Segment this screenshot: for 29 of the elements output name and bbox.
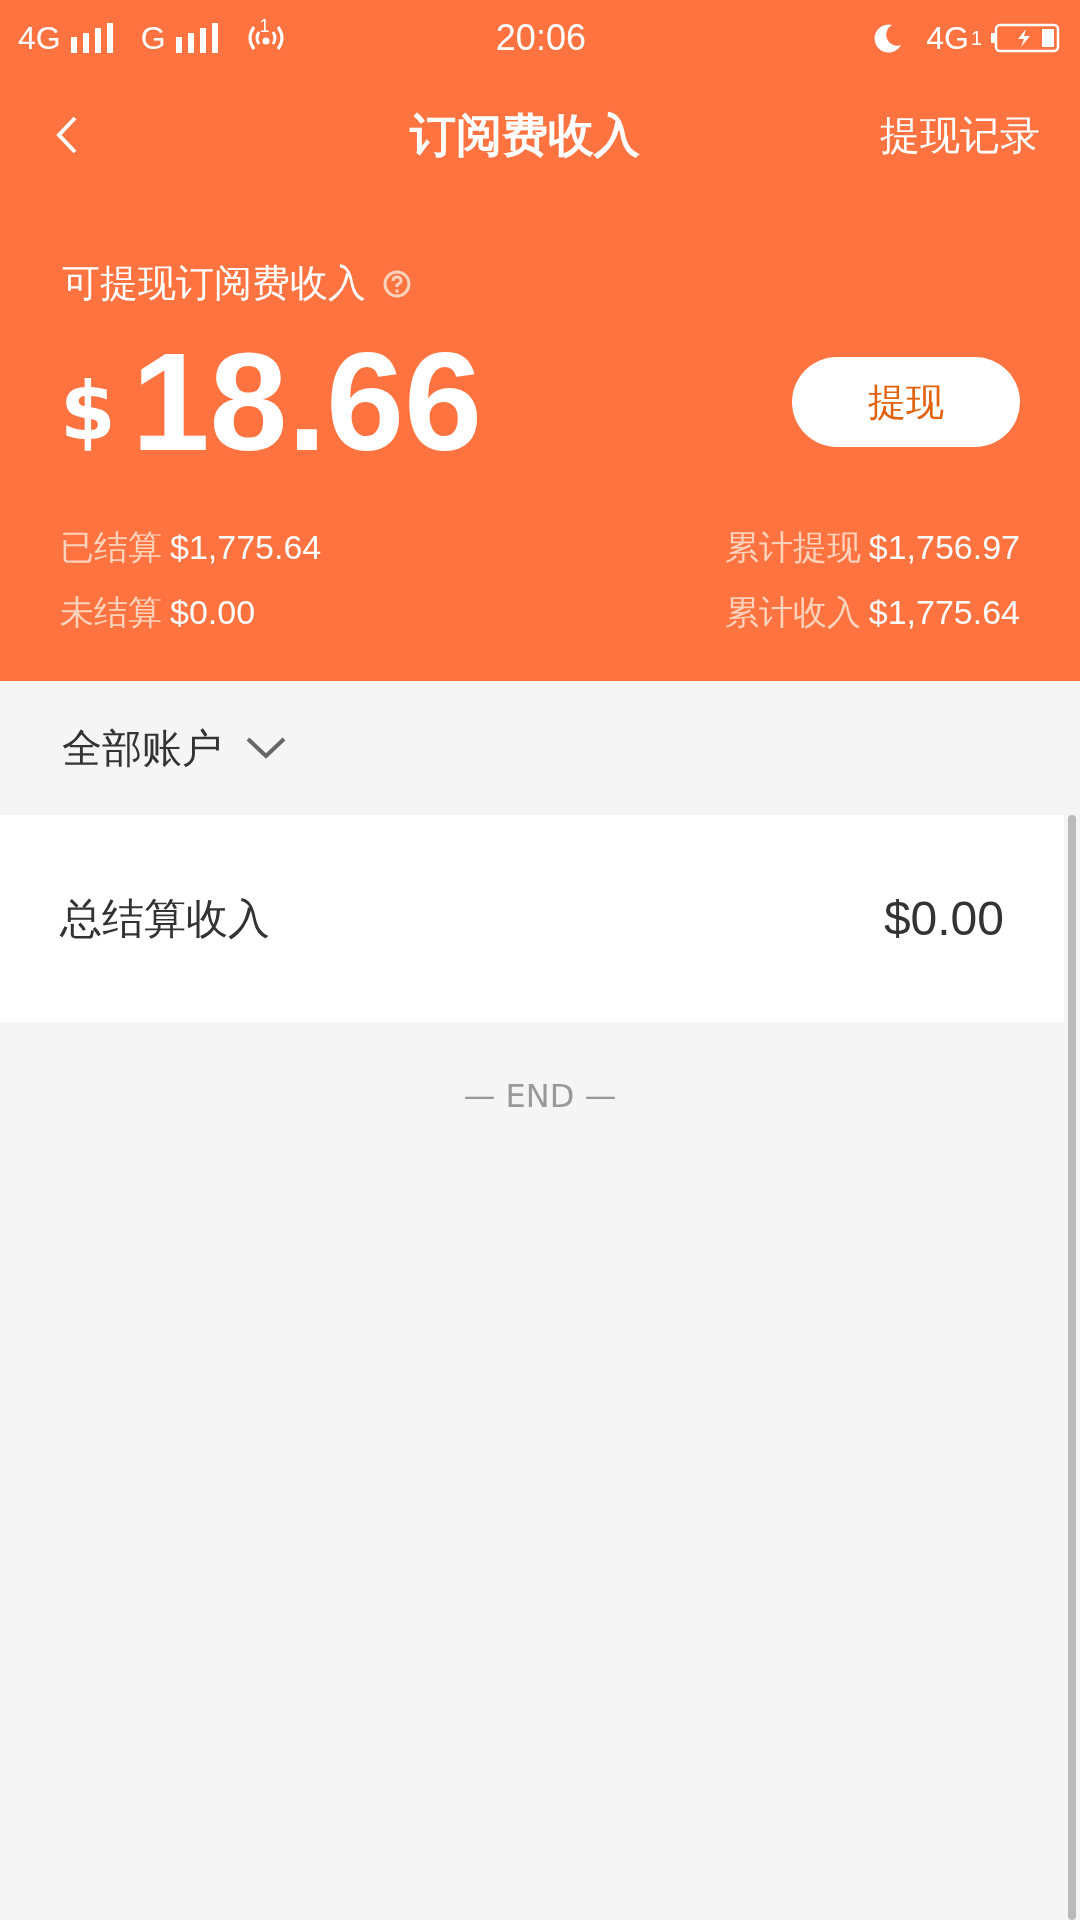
withdrawal-history-link[interactable]: 提现记录 [880,105,1040,165]
sim-number: 1 [259,15,270,38]
help-icon [382,268,412,299]
back-icon[interactable] [55,115,79,155]
network-label: G [140,18,166,58]
stat-label: 累计提现 [724,527,861,568]
battery-charging-icon [990,22,1062,53]
end-marker: — END — [463,1077,617,1115]
withdraw-button[interactable]: 提现 [792,357,1020,447]
balance-amount: 18.66 [131,332,482,472]
stat-label: 已结算 [60,527,162,568]
currency-symbol: $ [60,364,116,460]
summary-value: $0.00 [883,890,1004,947]
clock: 20:06 [495,15,586,60]
stat-value: $1,775.64 [868,592,1020,633]
network-label: 4G [18,18,61,58]
stat-value: $1,756.97 [868,527,1020,568]
chevron-down-icon[interactable] [246,737,286,759]
page-title: 订阅费收入 [409,106,640,164]
stat-value: $1,775.64 [170,527,322,568]
stat-label: 累计收入 [724,592,861,633]
balance-label: 可提现订阅费收入 [62,260,366,307]
summary-label: 总结算收入 [60,893,270,945]
moon-icon [872,22,903,53]
account-filter[interactable]: 全部账户 [62,718,222,778]
sim-number: 1 [970,25,982,51]
network-label: 4G [926,18,969,58]
stat-value: $0.00 [170,592,256,633]
stat-label: 未结算 [60,592,162,633]
